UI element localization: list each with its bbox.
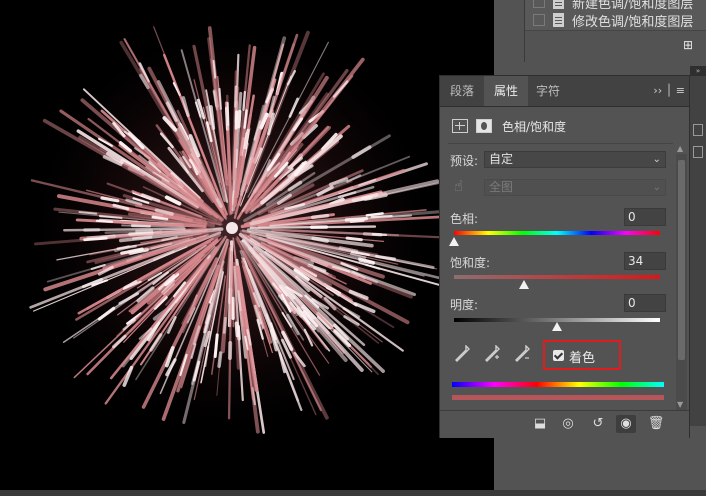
firework-image — [17, 13, 447, 443]
saturation-label: 饱和度: — [450, 256, 491, 270]
panel-menu-icon[interactable]: ›› │ ≡ — [653, 76, 685, 106]
view-previous-state-icon[interactable]: ◎ — [558, 415, 578, 433]
colorize-checkbox[interactable] — [553, 350, 564, 361]
firework-ray-tip — [222, 316, 227, 334]
expand-panels-icon[interactable]: » — [690, 66, 706, 76]
firework-ray-tip — [371, 233, 388, 237]
firework-ray-tip — [242, 90, 247, 111]
panel-tabbar: 段落 属性 字符 ›› │ ≡ — [440, 76, 689, 107]
firework-ray-tip — [135, 229, 154, 234]
preset-label: 预设: — [450, 154, 479, 168]
firework-ray-tip — [234, 110, 239, 130]
divider — [448, 143, 673, 144]
hue-slider-thumb[interactable] — [449, 237, 459, 246]
firework-ray-tip — [345, 236, 363, 242]
firework-ray-tip — [311, 236, 329, 243]
collapsed-panel-strip: » — [690, 66, 706, 426]
layer-thumbnail-icon — [553, 0, 564, 9]
document-canvas[interactable] — [0, 0, 494, 496]
layer-row[interactable]: 修改色调/饱和度图层 — [525, 10, 706, 31]
firework-ray-tip — [234, 321, 240, 338]
clip-to-layer-icon[interactable]: ⬓ — [530, 415, 550, 433]
target-adjustment-hand-icon[interactable]: ☝ — [454, 177, 463, 195]
panel-scrollbar[interactable]: ▲ ▼ — [676, 144, 687, 410]
hue-slider[interactable] — [454, 231, 660, 235]
scroll-down-icon[interactable]: ▼ — [677, 400, 683, 409]
add-layer-icon[interactable]: ⊞ — [683, 38, 693, 52]
visibility-eye-icon[interactable]: ◉ — [616, 415, 636, 433]
adjustment-title: 色相/饱和度 — [502, 119, 567, 134]
input-color-bar — [452, 382, 664, 387]
preset-value: 自定 — [489, 152, 514, 166]
firework-ray — [63, 227, 186, 232]
hue-label: 色相: — [450, 212, 479, 226]
tab-paragraph[interactable]: 段落 — [440, 76, 484, 106]
delete-trash-icon[interactable]: 🗑 — [646, 415, 666, 433]
tab-properties[interactable]: 属性 — [484, 76, 529, 106]
firework-ray-tip — [311, 213, 330, 220]
layers-panel: 新建色调/饱和度图层 修改色调/饱和度图层 ⊞ — [524, 0, 706, 62]
hue-input[interactable]: 0 — [624, 208, 666, 226]
properties-panel: 段落 属性 字符 ›› │ ≡ 色相/饱和度 预设: 自定 ⌄ ☝ 全图 ⌄ 色… — [439, 75, 690, 438]
colorize-label: 着色 — [569, 351, 596, 366]
layer-visibility-toggle[interactable] — [533, 14, 545, 26]
eyedropper-minus-icon[interactable] — [514, 345, 530, 363]
layer-mask-icon[interactable] — [476, 119, 492, 133]
lightness-input[interactable]: 0 — [624, 294, 666, 312]
layer-visibility-toggle[interactable] — [533, 0, 545, 8]
reset-icon[interactable]: ↺ — [588, 415, 608, 433]
saturation-slider[interactable] — [454, 275, 660, 279]
tab-character[interactable]: 字符 — [526, 76, 570, 106]
status-strip — [0, 490, 706, 496]
eyedropper-plus-icon[interactable] — [484, 345, 500, 363]
firework-ray-tip — [236, 109, 242, 129]
layer-thumbnail-icon — [553, 13, 564, 27]
saturation-slider-thumb[interactable] — [519, 280, 530, 289]
lightness-label: 明度: — [450, 298, 479, 312]
collapsed-panel-button[interactable] — [693, 146, 703, 158]
scroll-thumb[interactable] — [678, 160, 685, 360]
firework-ray-tip — [213, 333, 219, 359]
eyedropper-icon[interactable] — [454, 345, 470, 363]
channel-value: 全图 — [489, 180, 514, 194]
firework-ray-tip — [95, 219, 114, 223]
colorize-highlight: 着色 — [543, 340, 621, 370]
firework-ray-tip — [344, 216, 369, 222]
firework-ray-tip — [226, 101, 230, 127]
lightness-slider-thumb[interactable] — [552, 322, 562, 331]
output-color-bar — [452, 395, 664, 400]
scroll-up-icon[interactable]: ▲ — [677, 144, 683, 153]
chevron-down-icon: ⌄ — [652, 182, 661, 193]
adjustment-layer-icon[interactable] — [452, 119, 468, 133]
preset-select[interactable]: 自定 ⌄ — [484, 151, 666, 168]
firework-ray-tip — [132, 235, 153, 240]
channel-select[interactable]: 全图 ⌄ — [484, 179, 666, 196]
collapsed-panel-button[interactable] — [693, 124, 703, 136]
firework-ray-tip — [83, 236, 108, 242]
layer-name: 修改色调/饱和度图层 — [572, 14, 694, 30]
firework-ray-tip — [217, 351, 223, 368]
saturation-input[interactable]: 34 — [624, 252, 666, 270]
properties-toolbar: ⬓ ◎ ↺ ◉ 🗑 — [440, 410, 689, 438]
adjustment-title-row: 色相/饱和度 — [452, 116, 566, 136]
chevron-down-icon: ⌄ — [652, 154, 661, 165]
